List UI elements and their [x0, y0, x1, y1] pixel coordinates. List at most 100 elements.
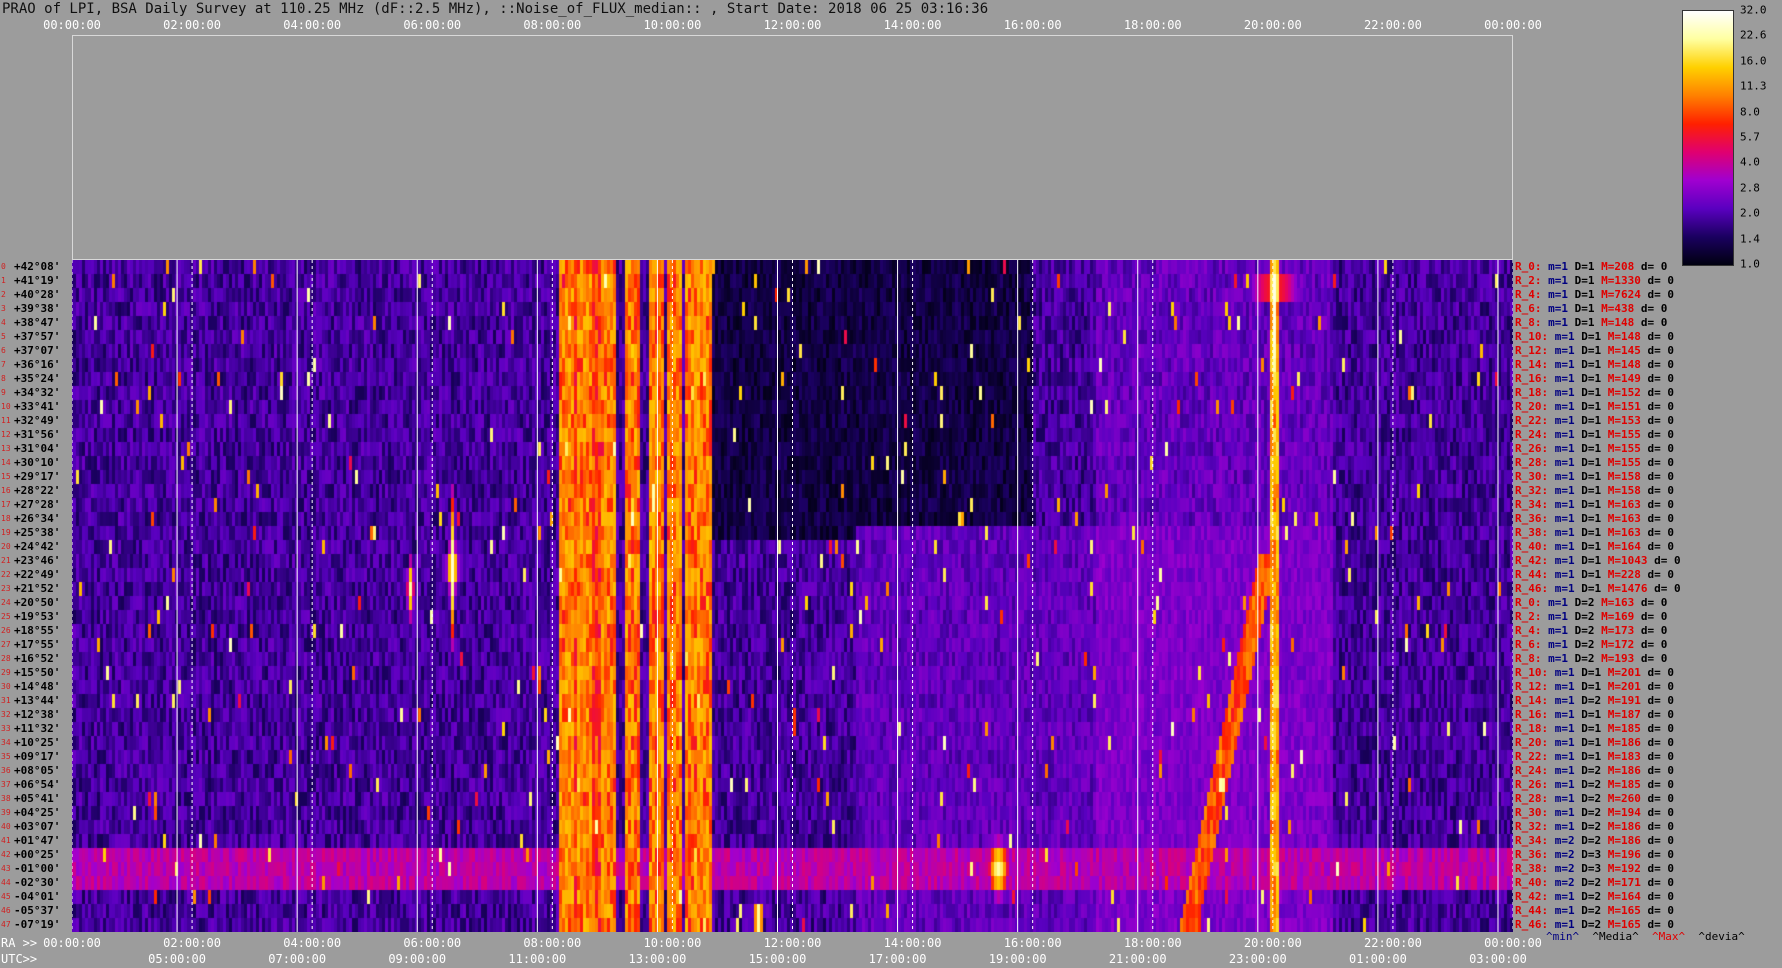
row-stat-label: R_32: m=1 D=1 M=158 d= 0 — [1515, 485, 1674, 497]
declination-label: +10°25' — [14, 736, 61, 749]
ra-axis-tick: 08:00:00 — [523, 936, 582, 950]
row-number: 0 — [1, 262, 6, 271]
declination-label: +30°10' — [14, 456, 61, 469]
ra-axis-tick: 20:00:00 — [1243, 936, 1302, 950]
row-stat-r: R_18: — [1515, 386, 1549, 399]
row-stat-m: M=186 — [1607, 736, 1641, 749]
row-stat-m: m=1 — [1554, 526, 1575, 539]
row-stat-m: M=163 — [1607, 512, 1641, 525]
row-stat-d: d= 0 — [1647, 792, 1675, 805]
row-stat-r: R_12: — [1515, 344, 1549, 357]
row-stat-label: R_36: m=2 D=3 M=196 d= 0 — [1515, 849, 1674, 861]
row-stat-d: D=2 — [1574, 624, 1595, 637]
row-stat-r: R_44: — [1515, 568, 1549, 581]
row-number: 12 — [1, 430, 11, 439]
row-stat-d: d= 0 — [1647, 484, 1675, 497]
row-stat-m: m=1 — [1554, 344, 1575, 357]
declination-label: +01°47' — [14, 834, 61, 847]
row-stat-label: R_14: m=1 D=1 M=148 d= 0 — [1515, 359, 1674, 371]
utc-axis-tick: 21:00:00 — [1108, 952, 1167, 966]
row-stat-d: D=1 — [1581, 526, 1602, 539]
row-number: 20 — [1, 542, 11, 551]
row-stat-m: M=201 — [1607, 680, 1641, 693]
row-stat-d: D=1 — [1581, 456, 1602, 469]
row-stat-m: m=1 — [1554, 540, 1575, 553]
row-number: 6 — [1, 346, 6, 355]
row-stat-d: D=1 — [1581, 554, 1602, 567]
row-number: 17 — [1, 500, 11, 509]
row-stat-m: M=169 — [1601, 610, 1635, 623]
declination-label: +38°47' — [14, 316, 61, 329]
row-stat-r: R_10: — [1515, 666, 1549, 679]
row-stat-d: D=1 — [1581, 582, 1602, 595]
declination-label: +22°49' — [14, 568, 61, 581]
row-number: 27 — [1, 640, 11, 649]
row-stat-m: M=185 — [1607, 722, 1641, 735]
row-stat-d: d= 0 — [1647, 372, 1675, 385]
declination-label: +04°25' — [14, 806, 61, 819]
row-stat-m: m=1 — [1548, 624, 1568, 637]
declination-label: +15°50' — [14, 666, 61, 679]
declination-label: +31°56' — [14, 428, 61, 441]
row-stat-d: d= 0 — [1647, 820, 1675, 833]
row-stat-m: m=1 — [1554, 764, 1575, 777]
row-stat-m: M=194 — [1607, 806, 1641, 819]
row-number: 3 — [1, 304, 6, 313]
row-stat-r: R_8: — [1515, 316, 1542, 329]
utc-axis-tick: 11:00:00 — [508, 952, 567, 966]
row-stat-m: m=1 — [1548, 652, 1568, 665]
row-stat-d: D=2 — [1574, 638, 1595, 651]
upper-empty-panel — [72, 35, 1513, 260]
row-stat-r: R_6: — [1515, 302, 1542, 315]
row-stat-m: M=148 — [1607, 358, 1641, 371]
row-stat-label: R_38: m=1 D=1 M=163 d= 0 — [1515, 527, 1674, 539]
row-number: 39 — [1, 808, 11, 817]
row-stat-d: D=1 — [1581, 736, 1602, 749]
row-stat-d: D=1 — [1581, 400, 1602, 413]
row-stat-d: D=1 — [1581, 666, 1602, 679]
declination-label: +18°55' — [14, 624, 61, 637]
declination-label: +23°46' — [14, 554, 61, 567]
row-stat-m: m=1 — [1548, 274, 1568, 287]
declination-label: +28°22' — [14, 484, 61, 497]
row-stat-m: m=1 — [1554, 750, 1575, 763]
row-stat-m: M=148 — [1601, 316, 1635, 329]
row-number: 42 — [1, 850, 11, 859]
row-stat-d: D=1 — [1581, 414, 1602, 427]
declination-label: +14°48' — [14, 680, 61, 693]
row-number: 15 — [1, 472, 11, 481]
declination-label: +03°07' — [14, 820, 61, 833]
row-number: 26 — [1, 626, 11, 635]
row-stat-m: m=2 — [1554, 876, 1575, 889]
row-stat-d: D=3 — [1581, 848, 1602, 861]
row-stat-m: M=171 — [1607, 876, 1641, 889]
declination-label: +11°32' — [14, 722, 61, 735]
row-number: 36 — [1, 766, 11, 775]
row-stat-r: R_40: — [1515, 540, 1549, 553]
declination-label: -07°19' — [14, 918, 61, 931]
row-stat-m: M=1043 — [1607, 554, 1648, 567]
row-stat-r: R_6: — [1515, 638, 1542, 651]
row-stat-r: R_0: — [1515, 596, 1542, 609]
row-stat-m: m=1 — [1548, 288, 1568, 301]
row-stat-d: D=2 — [1581, 764, 1602, 777]
row-stat-r: R_42: — [1515, 554, 1549, 567]
declination-label: +32°49' — [14, 414, 61, 427]
row-number: 4 — [1, 318, 6, 327]
row-stat-m: M=145 — [1607, 344, 1641, 357]
row-stat-d: D=1 — [1581, 540, 1602, 553]
declination-label: +39°38' — [14, 302, 61, 315]
row-stat-d: D=1 — [1574, 316, 1595, 329]
utc-axis-tick: 19:00:00 — [988, 952, 1047, 966]
row-stat-m: M=155 — [1607, 456, 1641, 469]
declination-label: +21°52' — [14, 582, 61, 595]
row-number: 35 — [1, 752, 11, 761]
row-stat-label: R_46: m=1 D=1 M=1476 d= 0 — [1515, 583, 1681, 595]
row-stat-m: M=186 — [1607, 834, 1641, 847]
row-stat-m: M=158 — [1607, 470, 1641, 483]
row-stat-d: D=1 — [1574, 302, 1595, 315]
top-axis-tick: 10:00:00 — [643, 18, 702, 32]
row-number: 23 — [1, 584, 11, 593]
row-stat-m: M=1330 — [1601, 274, 1641, 287]
row-number: 7 — [1, 360, 6, 369]
